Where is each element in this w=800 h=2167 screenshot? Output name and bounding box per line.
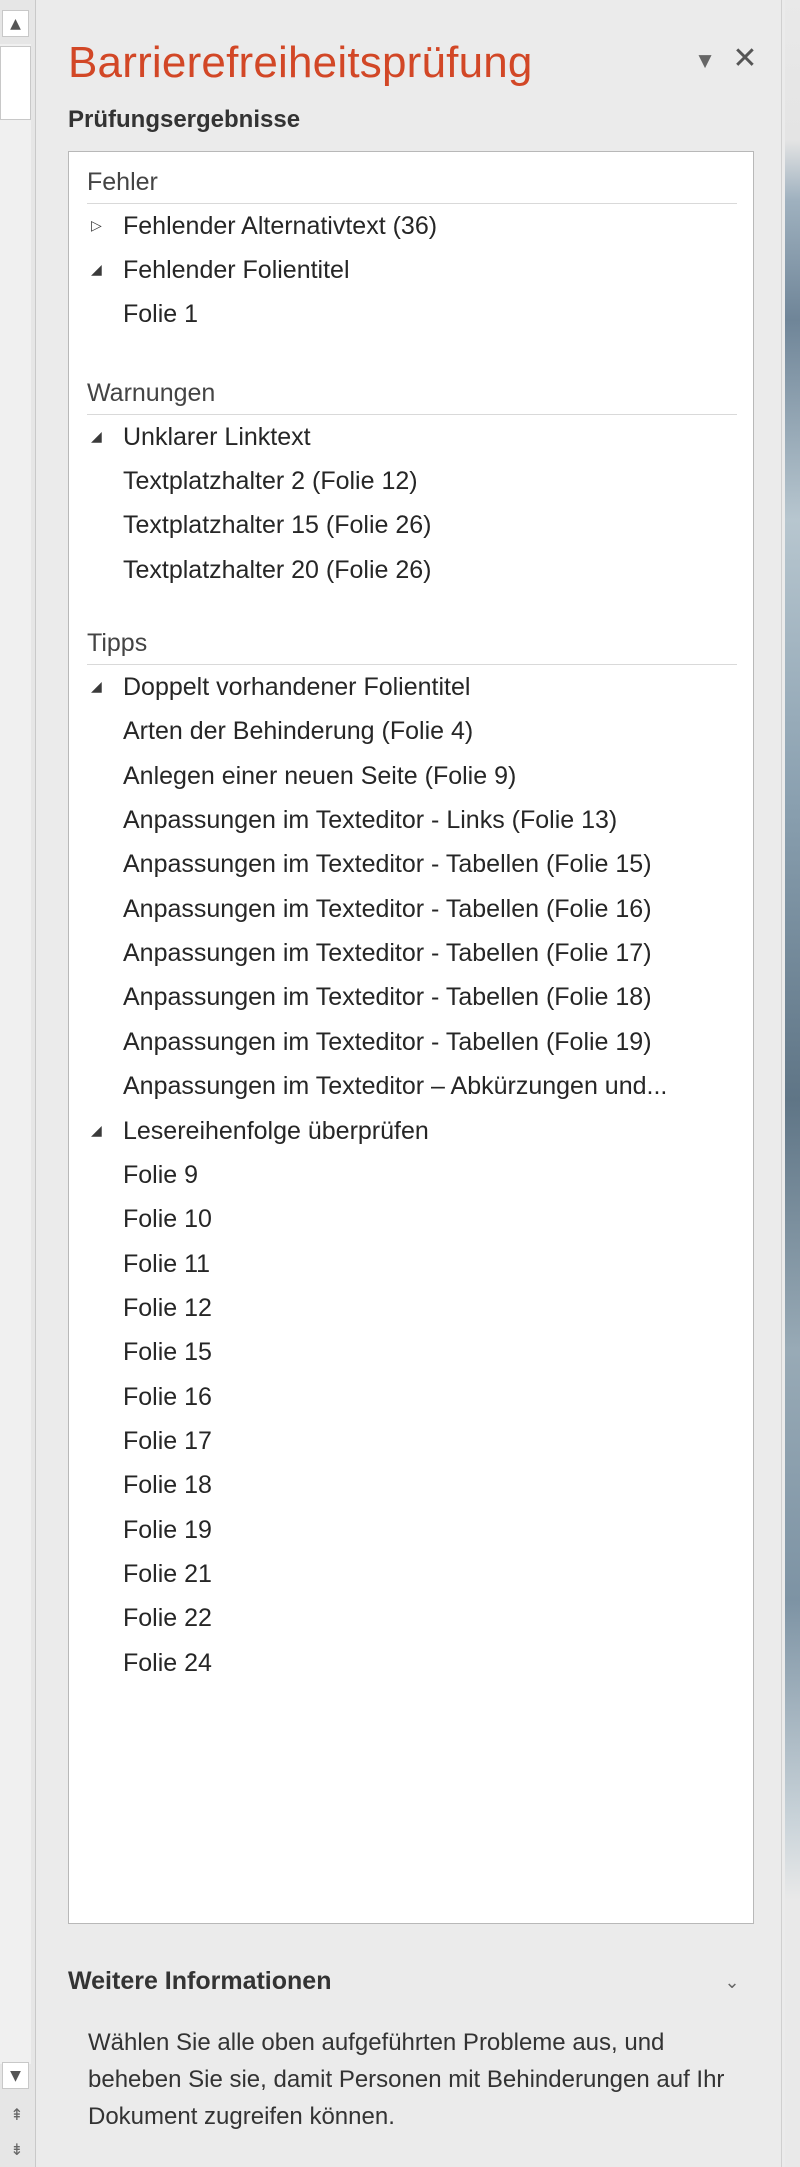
category-label: Unklarer Linktext xyxy=(123,422,311,451)
list-item[interactable]: Anlegen einer neuen Seite (Folie 9) xyxy=(123,756,516,796)
list-item[interactable]: Anpassungen im Texteditor - Tabellen (Fo… xyxy=(123,933,652,973)
list-item[interactable]: Folie 9 xyxy=(123,1155,198,1195)
list-item[interactable]: Folie 24 xyxy=(123,1643,212,1683)
group-header-errors: Fehler xyxy=(87,164,737,204)
category-label: Fehlender Alternativtext (36) xyxy=(123,211,438,240)
more-info-text: Wählen Sie alle oben aufgeführten Proble… xyxy=(88,2029,725,2130)
list-item[interactable]: Folie 1 xyxy=(123,294,198,334)
category-check-reading-order[interactable]: ◢ Lesereihenfolge überprüfen xyxy=(87,1111,429,1151)
section-heading: Prüfungsergebnisse xyxy=(68,106,301,133)
group-label: Fehler xyxy=(87,168,158,196)
scrollbar-track[interactable] xyxy=(0,44,31,2064)
triangle-collapsed-icon[interactable]: ▷ xyxy=(87,218,123,234)
category-label: Lesereihenfolge überprüfen xyxy=(123,1116,429,1145)
triangle-expanded-icon[interactable]: ◢ xyxy=(87,262,123,278)
app-window: ▲ ▼ ⇞ ⇟ Barrierefreiheitsprüfung ▼ ✕ Prü… xyxy=(0,0,800,2167)
scroll-up-arrow-icon[interactable]: ▲ xyxy=(2,10,29,37)
triangle-expanded-icon[interactable]: ◢ xyxy=(87,679,123,695)
list-item[interactable]: Folie 12 xyxy=(123,1288,212,1328)
list-item[interactable]: Folie 17 xyxy=(123,1421,212,1461)
category-label: Doppelt vorhandener Folientitel xyxy=(123,672,471,701)
dropdown-caret-icon[interactable]: ▼ xyxy=(692,48,718,74)
list-item[interactable]: Textplatzhalter 15 (Folie 26) xyxy=(123,505,431,545)
slide-canvas-edge xyxy=(785,0,800,2167)
list-item[interactable]: Folie 18 xyxy=(123,1465,212,1505)
list-item[interactable]: Anpassungen im Texteditor - Tabellen (Fo… xyxy=(123,889,652,929)
list-item[interactable]: Anpassungen im Texteditor – Abkürzungen … xyxy=(123,1066,667,1106)
scrollbar-thumb[interactable] xyxy=(0,46,31,120)
list-item[interactable]: Folie 22 xyxy=(123,1598,212,1638)
list-item[interactable]: Arten der Behinderung (Folie 4) xyxy=(123,711,473,751)
category-duplicate-slide-title[interactable]: ◢ Doppelt vorhandener Folientitel xyxy=(87,667,470,707)
list-item[interactable]: Textplatzhalter 2 (Folie 12) xyxy=(123,461,418,501)
group-label: Tipps xyxy=(87,629,148,657)
list-item[interactable]: Textplatzhalter 20 (Folie 26) xyxy=(123,550,431,590)
category-missing-slide-title[interactable]: ◢ Fehlender Folientitel xyxy=(87,250,350,290)
list-item[interactable]: Folie 10 xyxy=(123,1199,212,1239)
list-item[interactable]: Folie 21 xyxy=(123,1554,212,1594)
previous-slide-icon[interactable]: ⇞ xyxy=(5,2102,29,2126)
list-item[interactable]: Folie 15 xyxy=(123,1332,212,1372)
list-item[interactable]: Anpassungen im Texteditor - Links (Folie… xyxy=(123,800,617,840)
inspection-results-list[interactable]: Fehler ▷ Fehlender Alternativtext (36) ◢… xyxy=(68,151,754,1924)
triangle-expanded-icon[interactable]: ◢ xyxy=(87,1123,123,1139)
more-info-heading[interactable]: Weitere Informationen xyxy=(68,1967,331,1996)
group-label: Warnungen xyxy=(87,379,216,407)
editor-scrollbar[interactable]: ▲ ▼ ⇞ ⇟ xyxy=(0,0,36,2167)
list-item[interactable]: Anpassungen im Texteditor - Tabellen (Fo… xyxy=(123,977,652,1017)
close-icon[interactable]: ✕ xyxy=(730,44,760,74)
list-item[interactable]: Anpassungen im Texteditor - Tabellen (Fo… xyxy=(123,844,652,884)
pane-divider xyxy=(781,0,782,2167)
category-label: Fehlender Folientitel xyxy=(123,255,350,284)
triangle-expanded-icon[interactable]: ◢ xyxy=(87,429,123,445)
group-header-warnings: Warnungen xyxy=(87,375,737,415)
chevron-down-icon[interactable]: ⌄ xyxy=(718,1968,746,1996)
category-unclear-link-text[interactable]: ◢ Unklarer Linktext xyxy=(87,417,311,457)
list-item[interactable]: Folie 11 xyxy=(123,1244,210,1284)
group-header-tips: Tipps xyxy=(87,625,737,665)
list-item[interactable]: Folie 16 xyxy=(123,1377,212,1417)
scroll-down-arrow-icon[interactable]: ▼ xyxy=(2,2062,29,2089)
category-missing-alt-text[interactable]: ▷ Fehlender Alternativtext (36) xyxy=(87,206,437,246)
list-item[interactable]: Folie 19 xyxy=(123,1510,212,1550)
list-item[interactable]: Anpassungen im Texteditor - Tabellen (Fo… xyxy=(123,1022,652,1062)
pane-title: Barrierefreiheitsprüfung xyxy=(68,38,533,87)
next-slide-icon[interactable]: ⇟ xyxy=(5,2137,29,2161)
